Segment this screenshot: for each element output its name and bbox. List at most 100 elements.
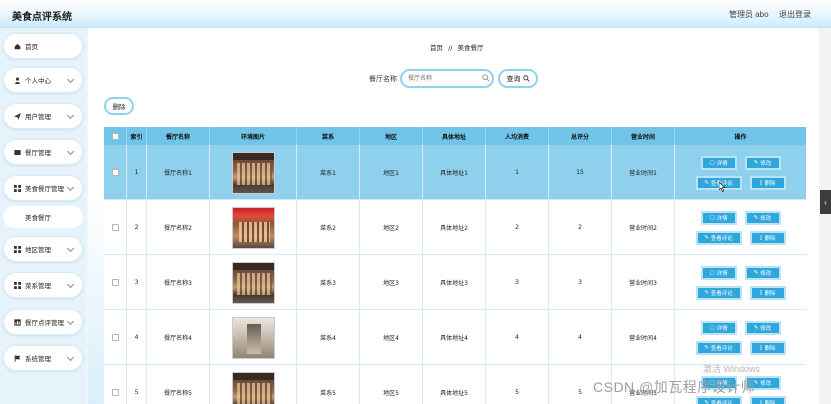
detail-button[interactable]: ▢ 详情 — [700, 265, 737, 280]
breadcrumb-home[interactable]: 首页 — [430, 44, 443, 52]
edit-button[interactable]: ✎ 修改 — [744, 210, 781, 225]
column-header: 具体地址 — [423, 127, 486, 145]
table-row[interactable]: 1 餐厅名称1 菜系1 地区1 具体地址1 1 15 营业时间1 ▢ 详情 ✎ 修改 ✎ 查看评论 ▯ 删除 — [104, 145, 806, 200]
row-actions: ▢ 详情 ✎ 修改 ✎ 查看评论 ▯ 删除 — [675, 255, 806, 310]
sidebar-item-system-management[interactable]: 系统管理 — [3, 345, 83, 371]
cell-cuisine: 菜系3 — [297, 255, 360, 310]
query-button[interactable]: 查询 — [498, 69, 538, 88]
column-header: 人均消费 — [486, 127, 549, 145]
vertical-scrollbar[interactable] — [819, 28, 831, 404]
cell-index: 5 — [127, 365, 147, 404]
row-actions: ▢ 详情 ✎ 修改 ✎ 查看评论 ▯ 删除 — [675, 145, 806, 200]
table-row[interactable]: 3 餐厅名称3 菜系3 地区3 具体地址3 3 3 营业时间3 ▢ 详情 ✎ 修改 ✎ 查看评论 ▯ 删除 — [104, 255, 806, 310]
cell-region: 地区4 — [360, 310, 423, 365]
cell-avg: 1 — [486, 145, 549, 200]
sidebar-item-label: 餐厅管理 — [25, 149, 51, 157]
cell-address: 具体地址2 — [423, 200, 486, 255]
logout-link[interactable]: 退出登录 — [779, 9, 811, 20]
cell-index: 2 — [127, 200, 147, 255]
chevron-down-icon — [66, 111, 75, 120]
cell-address: 具体地址1 — [423, 145, 486, 200]
chevron-down-icon — [66, 147, 75, 156]
sidebar-item-review-management[interactable]: 餐厅点评管理 — [3, 309, 83, 335]
delete-button[interactable]: ▯ 删除 — [749, 285, 786, 300]
sidebar: 首页 个人中心 用户管理 餐厅管理 美食餐厅管理 美食餐厅 地区管理 菜系管理 … — [0, 28, 86, 404]
chevron-down-icon — [66, 353, 75, 362]
delete-icon: ▯ — [759, 399, 763, 404]
cell-score: 4 — [549, 310, 612, 365]
restaurant-photo — [231, 261, 275, 304]
select-all-checkbox[interactable] — [111, 132, 119, 140]
column-header: 营业时间 — [612, 127, 675, 145]
sidebar-item-user-management[interactable]: 用户管理 — [3, 103, 83, 129]
search-input[interactable] — [408, 73, 478, 85]
edit-icon: ✎ — [753, 159, 759, 166]
view-reviews-button[interactable]: ✎ 查看评论 — [695, 285, 742, 300]
query-button-label: 查询 — [506, 74, 521, 83]
sidebar-item-home[interactable]: 首页 — [3, 33, 83, 59]
restaurant-table: 索引 餐厅名称 环境图片 菜系 地区 具体地址 人均消费 总评分 营业时间 操作… — [104, 127, 806, 404]
sidebar-subitem-food-restaurant[interactable]: 美食餐厅 — [3, 206, 83, 228]
batch-delete-button[interactable]: 删除 — [104, 97, 134, 115]
detail-button[interactable]: ▢ 详情 — [700, 210, 737, 225]
row-checkbox[interactable] — [111, 224, 119, 231]
environment-image-cell — [210, 200, 297, 255]
detail-button[interactable]: ▢ 详情 — [700, 320, 737, 335]
cell-name: 餐厅名称1 — [147, 145, 210, 200]
sidebar-item-label: 菜系管理 — [25, 282, 51, 290]
view-reviews-icon: ✎ — [704, 289, 709, 296]
row-select-cell — [104, 310, 127, 365]
delete-button-label: 删除 — [764, 180, 776, 187]
sidebar-item-personal-center[interactable]: 个人中心 — [3, 67, 83, 93]
cell-region: 地区2 — [360, 200, 423, 255]
table-row[interactable]: 2 餐厅名称2 菜系2 地区2 具体地址2 2 2 营业时间2 ▢ 详情 ✎ 修改 ✎ 查看评论 ▯ 删除 — [104, 200, 806, 255]
delete-button[interactable]: ▯ 删除 — [749, 340, 786, 355]
view-reviews-button[interactable]: ✎ 查看评论 — [695, 340, 742, 355]
detail-icon: ▢ — [709, 269, 715, 276]
breadcrumb-current: 美食餐厅 — [457, 44, 484, 52]
edit-button[interactable]: ✎ 修改 — [744, 265, 781, 280]
delete-button[interactable]: ▯ 删除 — [749, 175, 786, 190]
row-checkbox[interactable] — [111, 169, 119, 176]
cell-index: 1 — [127, 145, 147, 200]
cell-name: 餐厅名称4 — [147, 310, 210, 365]
view-reviews-icon: ✎ — [704, 344, 709, 351]
edit-button[interactable]: ✎ 修改 — [744, 155, 781, 170]
chevron-down-icon — [66, 280, 75, 289]
sidebar-item-food-restaurant-management[interactable]: 美食餐厅管理 — [3, 175, 83, 201]
top-bar: 美食点评系统 管理员 abo 退出登录 — [0, 0, 831, 28]
cell-score: 3 — [549, 255, 612, 310]
view-reviews-button-label: 查看评论 — [710, 345, 733, 352]
row-checkbox[interactable] — [111, 279, 119, 286]
sidebar-item-restaurant-management[interactable]: 餐厅管理 — [3, 139, 83, 165]
row-actions: ▢ 详情 ✎ 修改 ✎ 查看评论 ▯ 删除 — [675, 200, 806, 255]
row-select-cell — [104, 200, 127, 255]
delete-button-label: 删除 — [764, 400, 776, 404]
column-header: 操作 — [734, 133, 747, 141]
restaurant-photo — [231, 206, 275, 249]
table-row[interactable]: 4 餐厅名称4 菜系4 地区4 具体地址4 4 4 营业时间4 ▢ 详情 ✎ 修改 ✎ 查看评论 ▯ 删除 — [104, 310, 806, 365]
admin-user-label: 管理员 abo — [729, 10, 769, 19]
row-checkbox[interactable] — [111, 334, 119, 341]
delete-button[interactable]: ▯ 删除 — [749, 230, 786, 245]
row-checkbox[interactable] — [111, 389, 119, 396]
column-header: 索引 — [127, 127, 147, 145]
cell-address: 具体地址5 — [423, 365, 486, 404]
column-header: 菜系 — [297, 127, 360, 145]
detail-button-label: 详情 — [716, 160, 728, 167]
cell-avg: 3 — [486, 255, 549, 310]
breadcrumb-separator: // — [448, 44, 453, 52]
app-title: 美食点评系统 — [12, 12, 72, 23]
grid-icon — [14, 281, 21, 289]
delete-button-label: 删除 — [764, 345, 776, 352]
detail-button[interactable]: ▢ 详情 — [700, 155, 737, 170]
edit-button-label: 修改 — [760, 270, 772, 277]
view-reviews-button[interactable]: ✎ 查看评论 — [695, 230, 742, 245]
collapse-panel-button[interactable]: ‹ — [820, 190, 831, 214]
edit-button[interactable]: ✎ 修改 — [744, 320, 781, 335]
view-reviews-button-label: 查看评论 — [710, 235, 733, 242]
sidebar-item-label: 用户管理 — [25, 113, 51, 121]
sidebar-item-cuisine-management[interactable]: 菜系管理 — [3, 272, 83, 298]
sidebar-item-region-management[interactable]: 地区管理 — [3, 236, 83, 262]
cell-hours: 营业时间2 — [612, 200, 675, 255]
